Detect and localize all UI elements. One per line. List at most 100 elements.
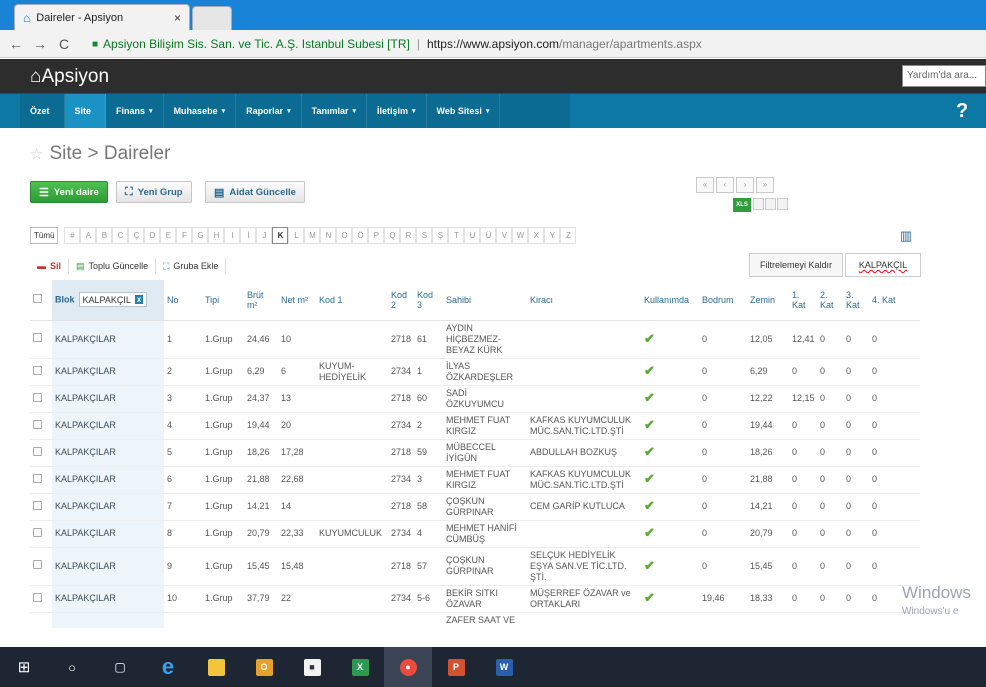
alpha-filter-25[interactable]: T bbox=[448, 227, 465, 244]
col-zemin[interactable]: Zemin bbox=[747, 280, 789, 321]
menu-item-1[interactable]: Site bbox=[64, 94, 107, 128]
alpha-filter-21[interactable]: Q bbox=[384, 227, 401, 244]
alpha-filter-18[interactable]: O bbox=[336, 227, 353, 244]
alpha-filter-27[interactable]: Ü bbox=[480, 227, 497, 244]
alpha-filter-28[interactable]: V bbox=[496, 227, 513, 244]
last-page-button[interactable]: » bbox=[756, 177, 774, 193]
task-view-icon[interactable]: ▢ bbox=[96, 647, 144, 687]
add-to-group-button[interactable]: ⛶ Gruba Ekle bbox=[156, 258, 227, 274]
update-dues-button[interactable]: ▤ Aidat Güncelle bbox=[205, 181, 305, 203]
table-row[interactable]: KALPAKÇILAR 3 1.Grup 24,37 13 2718 60 SADİ ÖZKU… bbox=[30, 385, 920, 413]
menu-item-0[interactable]: Özet bbox=[20, 94, 65, 128]
alpha-filter-8[interactable]: F bbox=[176, 227, 193, 244]
menu-item-4[interactable]: Raporlar ▾ bbox=[236, 94, 302, 128]
row-checkbox[interactable] bbox=[33, 527, 42, 537]
menu-item-2[interactable]: Finans ▾ bbox=[106, 94, 164, 128]
forward-icon[interactable]: → bbox=[32, 36, 48, 52]
col-bodrum[interactable]: Bodrum bbox=[699, 280, 747, 321]
filter-value-field[interactable]: KALPAKÇIL bbox=[845, 253, 921, 277]
next-page-button[interactable]: › bbox=[736, 177, 754, 193]
alpha-filter-20[interactable]: P bbox=[368, 227, 385, 244]
alpha-filter-19[interactable]: Ö bbox=[352, 227, 369, 244]
col-kod2[interactable]: Kod 2 bbox=[388, 280, 414, 321]
table-row-partial[interactable]: ZAFER SAAT VE bbox=[30, 612, 920, 628]
delete-button[interactable]: ▬ Sil bbox=[30, 258, 70, 274]
new-unit-button[interactable]: ☰ Yeni daire bbox=[30, 181, 108, 203]
select-all-checkbox[interactable] bbox=[33, 294, 42, 304]
prev-page-button[interactable]: ‹ bbox=[716, 177, 734, 193]
table-row[interactable]: KALPAKÇILAR 6 1.Grup 21,88 22,68 2734 3 MEHMET … bbox=[30, 466, 920, 494]
alpha-filter-30[interactable]: X bbox=[528, 227, 545, 244]
alpha-filter-31[interactable]: Y bbox=[544, 227, 561, 244]
col-brut[interactable]: Brüt m² bbox=[244, 280, 278, 321]
col-kod1[interactable]: Kod 1 bbox=[316, 280, 388, 321]
help-icon[interactable]: ? bbox=[956, 100, 968, 123]
table-row[interactable]: KALPAKÇILAR 1 1.Grup 24,46 10 2718 61 AYDIN HİÇ… bbox=[30, 320, 920, 359]
export-other-icon[interactable] bbox=[777, 198, 788, 210]
alpha-filter-32[interactable]: Z bbox=[560, 227, 577, 244]
apsiyon-logo[interactable]: ⌂Apsiyon bbox=[30, 66, 109, 88]
table-row[interactable]: KALPAKÇILAR 2 1.Grup 6,29 6 KUYUM-HEDİYELİK 27… bbox=[30, 358, 920, 386]
back-icon[interactable]: ← bbox=[8, 36, 24, 52]
export-print-icon[interactable] bbox=[765, 198, 776, 210]
alpha-filter-1[interactable]: # bbox=[64, 227, 81, 244]
alpha-filter-9[interactable]: G bbox=[192, 227, 209, 244]
table-row[interactable]: KALPAKÇILAR 9 1.Grup 15,45 15,48 2718 57 ÇOŞKUN… bbox=[30, 547, 920, 586]
alpha-filter-24[interactable]: Ş bbox=[432, 227, 449, 244]
alpha-filter-14[interactable]: K bbox=[272, 227, 289, 244]
row-checkbox[interactable] bbox=[33, 392, 42, 402]
col-sahibi[interactable]: Sahibi bbox=[443, 280, 527, 321]
menu-item-6[interactable]: İletişim ▾ bbox=[367, 94, 427, 128]
row-checkbox[interactable] bbox=[33, 419, 42, 429]
alpha-filter-23[interactable]: S bbox=[416, 227, 433, 244]
col-blok-label[interactable]: Blok bbox=[55, 295, 75, 305]
windows-start-icon[interactable]: ⊞ bbox=[0, 647, 48, 687]
table-row[interactable]: KALPAKÇILAR 7 1.Grup 14,21 14 2718 58 ÇOŞKUN GÜ… bbox=[30, 493, 920, 521]
alpha-filter-15[interactable]: L bbox=[288, 227, 305, 244]
new-tab-button[interactable] bbox=[192, 6, 232, 30]
file-explorer-icon[interactable] bbox=[192, 647, 240, 687]
row-checkbox[interactable] bbox=[33, 473, 42, 483]
alpha-filter-6[interactable]: D bbox=[144, 227, 161, 244]
bulk-update-button[interactable]: ▤ Toplu Güncelle bbox=[69, 258, 157, 274]
outlook-icon[interactable]: O bbox=[240, 647, 288, 687]
table-row[interactable]: KALPAKÇILAR 5 1.Grup 18,26 17,28 2718 59 MÜBECC… bbox=[30, 439, 920, 467]
col-no[interactable]: No bbox=[164, 280, 202, 321]
alpha-filter-10[interactable]: H bbox=[208, 227, 225, 244]
alpha-filter-17[interactable]: N bbox=[320, 227, 337, 244]
alpha-filter-22[interactable]: R bbox=[400, 227, 417, 244]
alpha-filter-29[interactable]: W bbox=[512, 227, 529, 244]
alpha-filter-11[interactable]: I bbox=[224, 227, 241, 244]
chrome-icon[interactable]: ● bbox=[384, 647, 432, 687]
alpha-filter-3[interactable]: B bbox=[96, 227, 113, 244]
row-checkbox[interactable] bbox=[33, 446, 42, 456]
favorite-star-icon[interactable]: ☆ bbox=[30, 146, 43, 163]
col-kullanimda[interactable]: Kullanımda bbox=[641, 280, 699, 321]
col-kod3[interactable]: Kod 3 bbox=[414, 280, 443, 321]
new-group-button[interactable]: ⛶ Yeni Grup bbox=[116, 181, 192, 203]
edge-icon[interactable]: e bbox=[144, 647, 192, 687]
url-field[interactable]: ■ Apsiyon Bilişim Sis. San. ve Tic. A.Ş.… bbox=[92, 34, 982, 54]
col-net[interactable]: Net m² bbox=[278, 280, 316, 321]
row-checkbox[interactable] bbox=[33, 365, 42, 375]
first-page-button[interactable]: « bbox=[696, 177, 714, 193]
alpha-filter-4[interactable]: C bbox=[112, 227, 129, 244]
alpha-filter-2[interactable]: A bbox=[80, 227, 97, 244]
row-checkbox[interactable] bbox=[33, 333, 42, 342]
export-xls-button[interactable]: XLS bbox=[733, 198, 751, 212]
browser-tab[interactable]: ⌂ Daireler - Apsiyon × bbox=[14, 4, 190, 30]
tab-close-button[interactable]: × bbox=[174, 11, 181, 25]
alpha-filter-26[interactable]: U bbox=[464, 227, 481, 244]
row-checkbox[interactable] bbox=[33, 592, 42, 602]
menu-item-5[interactable]: Tanımlar ▾ bbox=[302, 94, 367, 128]
row-checkbox[interactable] bbox=[33, 560, 42, 569]
col-kat2[interactable]: 2. Kat bbox=[817, 280, 843, 321]
excel-icon[interactable]: X bbox=[336, 647, 384, 687]
word-icon[interactable]: W bbox=[480, 647, 528, 687]
col-kat3[interactable]: 3. Kat bbox=[843, 280, 869, 321]
alpha-filter-12[interactable]: İ bbox=[240, 227, 257, 244]
alpha-filter-16[interactable]: M bbox=[304, 227, 321, 244]
table-row[interactable]: KALPAKÇILAR 4 1.Grup 19,44 20 2734 2 MEHMET FUA… bbox=[30, 412, 920, 440]
table-row[interactable]: KALPAKÇILAR 8 1.Grup 20,79 22,33 KUYUMCULUK 27… bbox=[30, 520, 920, 548]
col-tipi[interactable]: Tipi bbox=[202, 280, 244, 321]
